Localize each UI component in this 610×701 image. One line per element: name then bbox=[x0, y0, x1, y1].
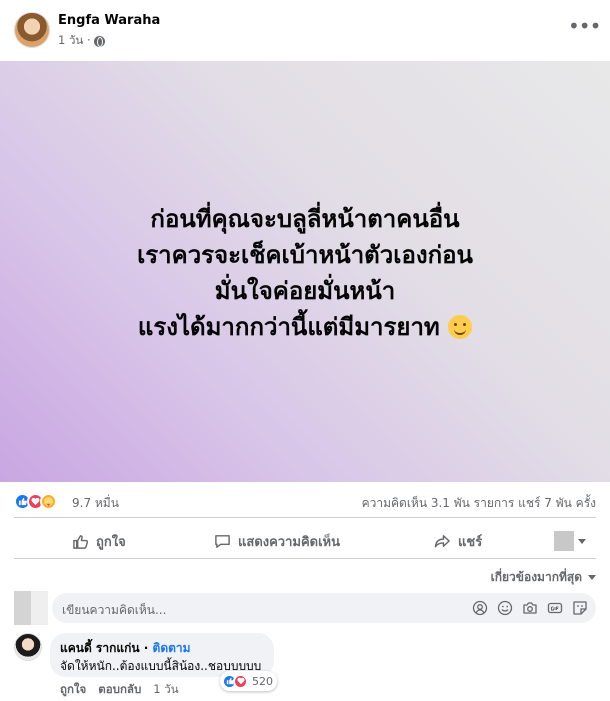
share-label: แชร์ bbox=[458, 534, 483, 550]
care-reaction-icon bbox=[40, 493, 57, 510]
reaction-count[interactable]: 9.7 หมื่น bbox=[72, 494, 119, 513]
like-label: ถูกใจ bbox=[96, 534, 126, 550]
sticker-icon[interactable] bbox=[572, 600, 588, 616]
gif-icon[interactable] bbox=[547, 600, 563, 616]
globe-icon bbox=[93, 35, 105, 47]
reaction-picker[interactable] bbox=[554, 530, 594, 552]
reaction-icons[interactable] bbox=[14, 493, 57, 510]
profile-thumbnail bbox=[554, 531, 574, 551]
banner-line-2: เราควรจะเช็คเบ้าหน้าตัวเองก่อน bbox=[137, 241, 473, 269]
commenter-name[interactable]: แคนดี้ รากแก่น bbox=[60, 641, 140, 655]
comment-sort-dropdown[interactable]: เกี่ยวข้องมากที่สุด bbox=[491, 568, 596, 587]
emoji-icon[interactable] bbox=[497, 600, 513, 616]
divider bbox=[14, 558, 596, 559]
divider bbox=[14, 517, 596, 518]
love-reaction-icon bbox=[233, 673, 248, 689]
post-stats: 9.7 หมื่น ความคิดเห็น 3.1 พัน รายการ แชร… bbox=[14, 491, 596, 513]
more-options-button[interactable]: ••• bbox=[568, 16, 601, 36]
thumbs-up-icon bbox=[73, 534, 89, 549]
chevron-down-icon bbox=[588, 575, 596, 580]
post-meta: 1 วัน · bbox=[58, 32, 105, 50]
dot-separator: · bbox=[143, 641, 153, 655]
commenter-avatar[interactable] bbox=[14, 633, 42, 661]
comment-like-button[interactable]: ถูกใจ bbox=[60, 681, 86, 699]
commenter-line: แคนดี้ รากแก่น · ติดตาม bbox=[60, 639, 191, 658]
smiling-face-emoji-icon bbox=[448, 315, 473, 339]
sort-label: เกี่ยวข้องมากที่สุด bbox=[490, 570, 582, 584]
banner-line-4: แรงได้มากกว่านี้แต่มีมารยาท bbox=[137, 313, 440, 341]
banner-line-3: มั่นใจค่อยมั่นหน้า bbox=[214, 277, 396, 305]
author-avatar[interactable] bbox=[14, 12, 50, 48]
composer-tools bbox=[472, 600, 588, 616]
camera-icon[interactable] bbox=[522, 600, 538, 616]
like-button[interactable]: ถูกใจ bbox=[72, 524, 126, 558]
comment-reactions[interactable]: 520 bbox=[220, 671, 277, 691]
banner-line-1: ก่อนที่คุณจะบลูลี่หน้าตาคนอื่น bbox=[150, 205, 460, 233]
comment-label: แสดงความคิดเห็น bbox=[238, 534, 341, 550]
post-actions: ถูกใจ แสดงความคิดเห็น แชร์ bbox=[14, 524, 596, 558]
follow-link[interactable]: ติดตาม bbox=[153, 641, 191, 655]
post-header: Engfa Waraha 1 วัน · ••• bbox=[0, 0, 610, 60]
comments-shares-count[interactable]: ความคิดเห็น 3.1 พัน รายการ แชร์ 7 พัน คร… bbox=[362, 494, 596, 513]
author-name[interactable]: Engfa Waraha bbox=[58, 13, 160, 28]
post-text-banner: ก่อนที่คุณจะบลูลี่หน้าตาคนอื่น เราควรจะเ… bbox=[0, 61, 610, 482]
share-icon bbox=[434, 534, 450, 547]
share-button[interactable]: แชร์ bbox=[434, 524, 482, 558]
current-user-avatar bbox=[14, 591, 48, 625]
comment-reply-button[interactable]: ตอบกลับ bbox=[98, 681, 141, 699]
comment-icon bbox=[215, 534, 230, 548]
chevron-down-icon bbox=[578, 538, 586, 544]
comment-reaction-count: 520 bbox=[252, 674, 273, 688]
comment-actions: ถูกใจ ตอบกลับ 1 วัน bbox=[60, 681, 179, 699]
comment-placeholder: เขียนความคิดเห็น... bbox=[62, 603, 167, 617]
post-time[interactable]: 1 วัน · bbox=[58, 32, 91, 50]
avatar-sticker-icon[interactable] bbox=[472, 600, 488, 616]
comment-button[interactable]: แสดงความคิดเห็น bbox=[214, 524, 340, 558]
banner-text: ก่อนที่คุณจะบลูลี่หน้าตาคนอื่น เราควรจะเ… bbox=[0, 201, 610, 345]
banner-line-4-wrap: แรงได้มากกว่านี้แต่มีมารยาท bbox=[0, 309, 610, 345]
comment-time[interactable]: 1 วัน bbox=[153, 681, 178, 699]
comment-input[interactable]: เขียนความคิดเห็น... bbox=[52, 593, 596, 623]
